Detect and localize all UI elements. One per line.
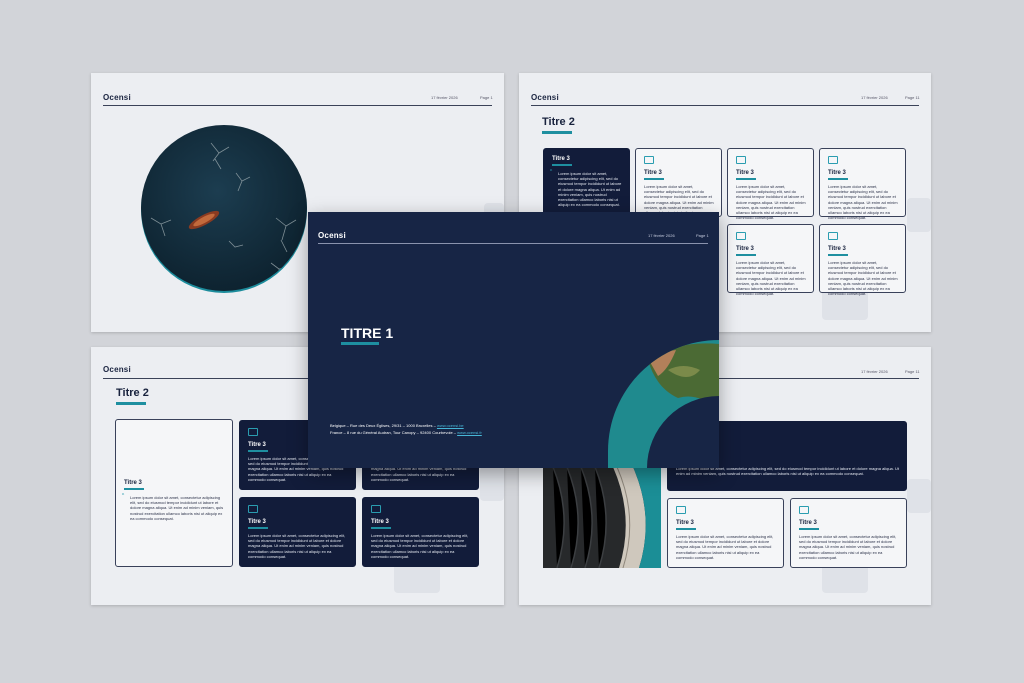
link-france[interactable]: www.ocensi.fr bbox=[457, 430, 482, 435]
header-rule bbox=[318, 243, 708, 244]
card-body: Lorem ipsum dolor sit amet, consectetur … bbox=[799, 534, 897, 560]
slide-date: 17 février 2026 bbox=[861, 95, 888, 100]
slide-page: Page 1 bbox=[480, 95, 493, 100]
cover-title-underline bbox=[341, 342, 379, 345]
cover-title: TITRE 1 bbox=[341, 325, 394, 341]
card-body: Lorem ipsum dolor sit amet, consectetur … bbox=[558, 171, 622, 208]
card-underline bbox=[371, 527, 391, 529]
card-title: Titre 3 bbox=[124, 480, 142, 486]
briefcase-icon bbox=[248, 505, 258, 513]
card-title: Titre 3 bbox=[552, 156, 570, 162]
island-photo-arc bbox=[608, 340, 719, 468]
slide-page: Page 11 bbox=[905, 369, 920, 374]
card-title: Titre 3 bbox=[828, 246, 846, 252]
card-underline bbox=[124, 488, 144, 490]
quote-icon: “ bbox=[550, 169, 553, 176]
briefcase-icon bbox=[736, 232, 746, 240]
card-4: Titre 3 Lorem ipsum dolor sit amet, conse… bbox=[727, 224, 814, 297]
card-underline bbox=[644, 178, 664, 180]
card-underline bbox=[828, 254, 848, 256]
header-rule bbox=[531, 105, 919, 106]
card-body: Lorem ipsum dolor sit amet, consectetur … bbox=[736, 260, 806, 297]
card-title: Titre 3 bbox=[828, 170, 846, 176]
briefcase-icon bbox=[248, 428, 258, 436]
card-title: Titre 3 bbox=[736, 170, 754, 176]
title-underline bbox=[116, 402, 146, 405]
card-title: Titre 3 bbox=[248, 519, 266, 525]
brand-logo: Ocensi bbox=[318, 231, 346, 240]
section-title: Titre 2 bbox=[111, 384, 149, 404]
card-2: Titre 3 Lorem ipsum dolor sit amet, conse… bbox=[727, 148, 814, 221]
briefcase-icon bbox=[828, 232, 838, 240]
briefcase-icon bbox=[644, 156, 654, 164]
card-5: Titre 3 Lorem ipsum dolor sit amet, conse… bbox=[819, 224, 906, 297]
card-body: Lorem ipsum dolor sit amet, consectetur … bbox=[371, 533, 469, 559]
briefcase-icon bbox=[799, 506, 809, 514]
card-4: Titre 3 Lorem ipsum dolor sit amet, conse… bbox=[362, 497, 479, 567]
card-underline bbox=[676, 528, 696, 530]
brand-logo: Ocensi bbox=[531, 93, 559, 102]
card-body: Lorem ipsum dolor sit amet, consectetur … bbox=[248, 533, 346, 559]
header-rule bbox=[103, 105, 492, 106]
card-quote: Titre 3 “ Lorem ipsum dolor sit amet, co… bbox=[543, 148, 630, 217]
card-title: Titre 3 bbox=[676, 520, 694, 526]
watermark-shape bbox=[907, 479, 931, 513]
card-underline bbox=[248, 450, 268, 452]
card-body: Lorem ipsum dolor sit amet, consectetur … bbox=[676, 534, 774, 560]
card-underline bbox=[552, 164, 572, 166]
card-1: Titre 3 Lorem ipsum dolor sit amet, conse… bbox=[635, 148, 722, 220]
card-title: Titre 3 bbox=[799, 520, 817, 526]
card-title: Titre 3 bbox=[644, 170, 662, 176]
card-underline bbox=[799, 528, 819, 530]
card-underline bbox=[828, 178, 848, 180]
address-france: France – 8 rue du Général Audran, Tour C… bbox=[330, 430, 482, 435]
card-3: Titre 3 Lorem ipsum dolor sit amet, conse… bbox=[239, 497, 356, 567]
address-france-text: France – 8 rue du Général Audran, Tour C… bbox=[330, 430, 458, 435]
slide-page: Page 1 bbox=[696, 233, 709, 238]
dam-photo bbox=[543, 467, 661, 568]
briefcase-icon bbox=[736, 156, 746, 164]
lake-photo-circle bbox=[141, 125, 307, 293]
briefcase-icon bbox=[828, 156, 838, 164]
slide-cover: Ocensi 17 février 2026 Page 1 TITRE 1 Be… bbox=[308, 212, 719, 468]
watermark-shape bbox=[907, 198, 931, 232]
link-belgium[interactable]: www.ocensi.be bbox=[437, 423, 464, 428]
section-title: Titre 2 bbox=[537, 113, 575, 133]
slide-page: Page 11 bbox=[905, 95, 920, 100]
card-body: Lorem ipsum dolor sit amet, consectetur … bbox=[130, 495, 224, 521]
card-body: Lorem ipsum dolor sit amet, consectetur … bbox=[828, 260, 898, 297]
card-underline bbox=[736, 178, 756, 180]
card-underline bbox=[248, 527, 268, 529]
card-3: Titre 3 Lorem ipsum dolor sit amet, conse… bbox=[819, 148, 906, 221]
quote-icon: “ bbox=[122, 493, 125, 500]
card-1: Titre 3 Lorem ipsum dolor sit amet, conse… bbox=[667, 498, 784, 568]
card-title: Titre 3 bbox=[736, 246, 754, 252]
briefcase-icon bbox=[371, 505, 381, 513]
slide-date: 17 février 2026 bbox=[861, 369, 888, 374]
card-quote: Titre 3 “ Lorem ipsum dolor sit amet, co… bbox=[115, 419, 233, 567]
card-title: Titre 3 bbox=[248, 442, 266, 448]
card-2: Titre 3 Lorem ipsum dolor sit amet, conse… bbox=[790, 498, 907, 568]
title-underline bbox=[542, 131, 572, 134]
card-underline bbox=[736, 254, 756, 256]
card-body: Lorem ipsum dolor sit amet, consectetur … bbox=[736, 184, 806, 221]
brand-logo: Ocensi bbox=[103, 93, 131, 102]
slide-date: 17 février 2026 bbox=[648, 233, 675, 238]
brand-logo: Ocensi bbox=[103, 365, 131, 374]
briefcase-icon bbox=[676, 506, 686, 514]
address-belgium-text: Belgique – Rue des Deux Églises, 29/31 –… bbox=[330, 423, 437, 428]
card-body: Lorem ipsum dolor sit amet, consectetur … bbox=[828, 184, 898, 221]
watermark-shape bbox=[480, 467, 504, 501]
address-belgium: Belgique – Rue des Deux Églises, 29/31 –… bbox=[330, 423, 464, 428]
slide-date: 17 février 2026 bbox=[431, 95, 458, 100]
card-title: Titre 3 bbox=[371, 519, 389, 525]
